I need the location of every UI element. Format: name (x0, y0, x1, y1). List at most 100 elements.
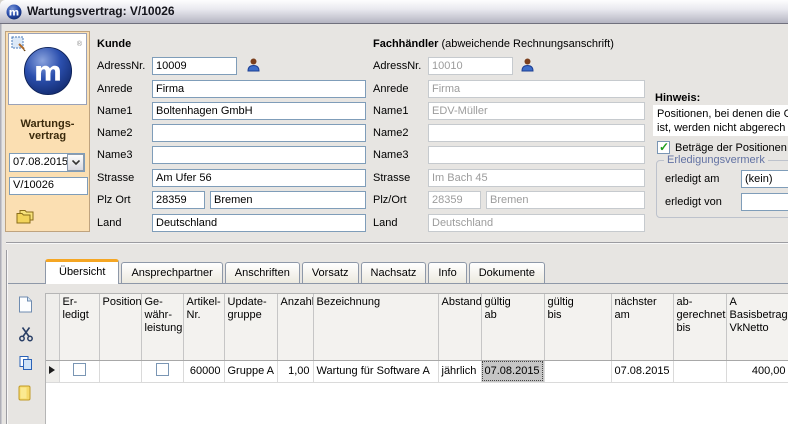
gewaehrleistung-checkbox[interactable] (156, 363, 169, 376)
fach-name1-label: Name1 (373, 102, 427, 120)
tab-dokumente[interactable]: Dokumente (469, 262, 545, 283)
cell-naechster-am[interactable]: 07.08.2015 (611, 360, 673, 382)
kunde-name3-label: Name3 (97, 146, 151, 164)
contract-date-combobox[interactable]: 07.08.2015 (9, 153, 85, 172)
sidebar-title: Wartungs- vertrag (6, 118, 89, 142)
fach-land-label: Land (373, 214, 427, 232)
kunde-person-icon[interactable] (246, 57, 261, 73)
table-row: 60000 Gruppe A 1,00 Wartung für Software… (46, 360, 788, 382)
kunde-strasse-input[interactable]: Am Ufer 56 (152, 169, 366, 187)
column-header-gueltig-bis: gültig bis (544, 294, 611, 360)
fach-name2-label: Name2 (373, 124, 427, 142)
contract-number-input[interactable]: V/10026 (9, 177, 88, 195)
cell-gewaehrleistung[interactable] (141, 360, 183, 382)
column-header-artikelnr: Artikel- Nr. (183, 294, 224, 360)
column-header-selector (46, 294, 59, 360)
tab-ansprechpartner[interactable]: Ansprechpartner (121, 262, 222, 283)
tabstrip: Übersicht Ansprechpartner Anschriften Vo… (8, 258, 788, 284)
kunde-ort-input[interactable]: Bremen (210, 191, 366, 209)
kunde-plzort-label: Plz Ort (97, 191, 151, 209)
erledigungsvermerk-groupbox: Erledigungsvermerk erledigt am (kein) er… (656, 160, 788, 218)
kunde-land-label: Land (97, 214, 151, 232)
betraege-checkbox[interactable] (657, 141, 670, 154)
row-arrow-icon (49, 366, 55, 374)
app-logo: m (23, 46, 73, 96)
kunde-anrede-input[interactable]: Firma (152, 80, 366, 98)
fach-land-input: Deutschland (428, 214, 645, 232)
cell-erledigt[interactable] (59, 360, 99, 382)
tab-nachsatz[interactable]: Nachsatz (361, 262, 427, 283)
column-header-abstand: Abstand (438, 294, 481, 360)
erledigt-am-label: erledigt am (665, 170, 719, 188)
horizontal-divider (6, 242, 788, 244)
kunde-name3-input[interactable] (152, 146, 366, 164)
fach-person-icon[interactable] (520, 57, 535, 73)
tab-uebersicht[interactable]: Übersicht (45, 259, 119, 284)
betraege-checkbox-label: Beträge der Positionen g (675, 142, 788, 154)
tab-info[interactable]: Info (428, 262, 466, 283)
fach-name2-input (428, 124, 645, 142)
cell-basisbetrag[interactable]: 400,00 (726, 360, 788, 382)
fach-adressnr-input: 10010 (428, 57, 513, 75)
fach-strasse-label: Strasse (373, 169, 427, 187)
kunde-land-input[interactable]: Deutschland (152, 214, 366, 232)
cell-position[interactable] (99, 360, 141, 382)
cell-abgerechnet-bis[interactable] (673, 360, 726, 382)
erledigt-von-input[interactable] (741, 193, 788, 211)
app-window: m Wartungsvertrag: V/10026 m (0, 0, 788, 424)
kunde-adressnr-input[interactable]: 10009 (152, 57, 237, 75)
sidebar: m ® Wartungs- vertrag 07.08.2015 V/10026 (5, 31, 90, 232)
tab-anschriften[interactable]: Anschriften (225, 262, 300, 283)
hinweis-title: Hinweis: (655, 92, 700, 104)
kunde-name2-input[interactable] (152, 124, 366, 142)
erledigt-checkbox[interactable] (73, 363, 86, 376)
app-logo-icon: m (6, 4, 22, 20)
erledigt-von-label: erledigt von (665, 193, 722, 211)
fach-name3-label: Name3 (373, 146, 427, 164)
column-header-updategruppe: Update- gruppe (224, 294, 277, 360)
erledigungsvermerk-title: Erledigungsvermerk (664, 154, 768, 166)
cell-gueltig-ab[interactable]: 07.08.2015 (481, 360, 544, 382)
fach-strasse-input: Im Bach 45 (428, 169, 645, 187)
kunde-adressnr-label: AdressNr. (97, 57, 151, 75)
column-header-gueltig-ab: gültig ab (481, 294, 544, 360)
fach-adressnr-label: AdressNr. (373, 57, 427, 75)
fach-name1-input: EDV-Müller (428, 102, 645, 120)
svg-text:m: m (34, 57, 62, 88)
cell-artikelnr[interactable]: 60000 (183, 360, 224, 382)
window-border (0, 24, 2, 424)
kunde-section-title: Kunde (97, 38, 131, 50)
chevron-down-icon[interactable] (67, 154, 84, 171)
cell-updategruppe[interactable]: Gruppe A (224, 360, 277, 382)
fach-name3-input (428, 146, 645, 164)
fach-plzort-label: Plz/Ort (373, 191, 427, 209)
fachhaendler-section-subtitle: (abweichende Rechnungsanschrift) (441, 38, 613, 50)
copy-icon[interactable] (18, 355, 36, 373)
fach-plz-input: 28359 (428, 191, 481, 209)
column-header-position: Position (99, 294, 141, 360)
kunde-name1-label: Name1 (97, 102, 151, 120)
tab-vorsatz[interactable]: Vorsatz (302, 262, 359, 283)
cell-abstand[interactable]: jährlich (438, 360, 481, 382)
row-selector[interactable] (46, 360, 59, 382)
table-header-row: Er- ledigt Position Ge- währ- leistung A… (46, 294, 788, 360)
cell-bezeichnung[interactable]: Wartung für Software A (313, 360, 438, 382)
kunde-plz-input[interactable]: 28359 (152, 191, 205, 209)
cell-anzahl[interactable]: 1,00 (277, 360, 313, 382)
positions-table: Er- ledigt Position Ge- währ- leistung A… (45, 293, 788, 424)
column-header-basisbetrag: A Basisbetrag VkNetto (726, 294, 788, 360)
cell-gueltig-bis[interactable] (544, 360, 611, 382)
svg-text:m: m (9, 8, 19, 19)
kunde-strasse-label: Strasse (97, 169, 151, 187)
logo-panel: m ® (8, 33, 87, 105)
fach-anrede-label: Anrede (373, 80, 427, 98)
cut-icon[interactable] (18, 326, 36, 344)
betraege-checkbox-row: Beträge der Positionen g (657, 141, 788, 154)
kunde-name1-input[interactable]: Boltenhagen GmbH (152, 102, 366, 120)
erledigt-am-input[interactable]: (kein) (741, 170, 788, 188)
folders-icon[interactable] (14, 208, 38, 226)
column-header-naechster-am: nächster am (611, 294, 673, 360)
new-item-icon[interactable] (18, 296, 36, 314)
column-header-erledigt: Er- ledigt (59, 294, 99, 360)
note-icon[interactable] (18, 385, 36, 403)
